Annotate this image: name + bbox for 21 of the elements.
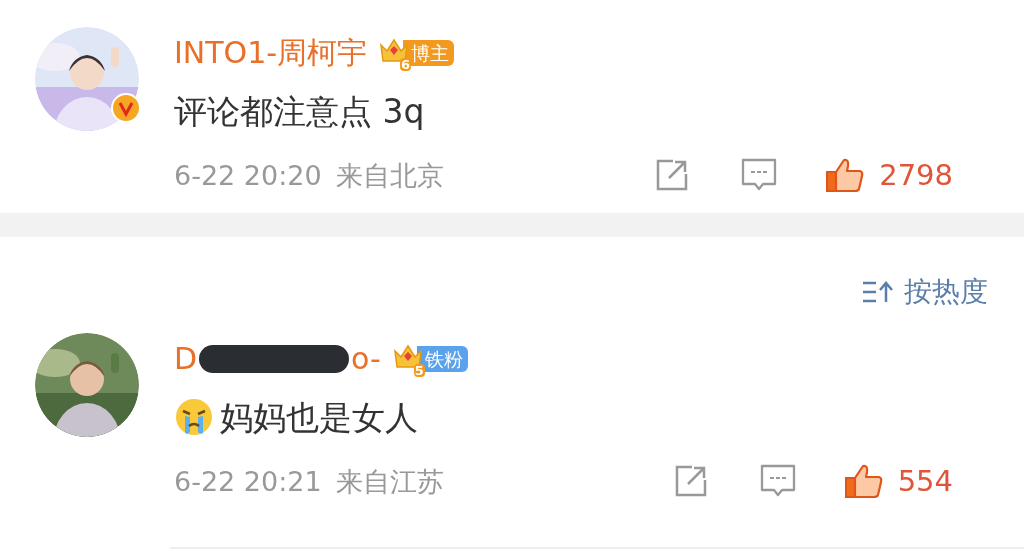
thumbs-up-icon[interactable] (843, 463, 884, 499)
username[interactable]: D (174, 344, 198, 374)
level-number: 5 (413, 364, 425, 377)
like-count: 554 (897, 466, 953, 496)
share-icon[interactable] (655, 158, 690, 192)
username[interactable]: o- (351, 344, 381, 374)
comment-icon[interactable] (759, 464, 796, 498)
like-count: 2798 (879, 160, 953, 190)
comment-text: 评论都注意点 3q (174, 94, 425, 128)
comment-location: 来自北京 (335, 161, 444, 189)
level-number: 6 (400, 58, 412, 71)
thumbs-up-icon[interactable] (825, 157, 866, 193)
username[interactable]: INTO1-周柯宇 (174, 38, 368, 68)
comment-time: 6-22 20:21 (174, 467, 322, 495)
sort-button[interactable]: 按热度 (862, 278, 988, 306)
comment-time: 6-22 20:20 (174, 161, 322, 189)
share-icon[interactable] (673, 464, 708, 498)
sort-icon (862, 280, 894, 304)
comment-icon[interactable] (741, 158, 778, 192)
comment-text: 妈妈也是女人 (220, 400, 418, 434)
comment-location: 来自江苏 (335, 467, 444, 495)
